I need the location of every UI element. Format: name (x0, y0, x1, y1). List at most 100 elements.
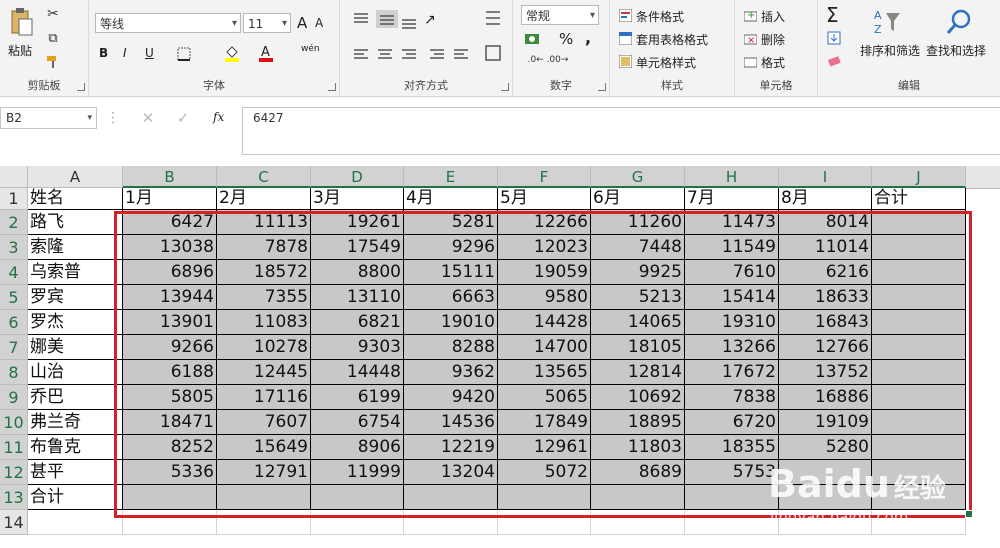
cell-person-name[interactable]: 罗杰 (28, 310, 123, 335)
formula-input[interactable]: 6427 (242, 107, 1000, 155)
comma-button[interactable]: , (585, 28, 591, 47)
cell-person-name[interactable]: 罗宾 (28, 285, 123, 310)
copy-icon[interactable]: ⧉ (45, 30, 61, 46)
column-header-J[interactable]: J (872, 166, 966, 188)
shrink-font-button[interactable]: A (315, 16, 323, 30)
cell-person-name[interactable]: 乌索普 (28, 260, 123, 285)
cut-icon[interactable]: ✂ (45, 6, 61, 22)
cell-person-name[interactable]: 索隆 (28, 235, 123, 260)
row-header-4[interactable]: 4 (0, 260, 28, 285)
cell-person-name[interactable]: 路飞 (28, 210, 123, 235)
row-header-10[interactable]: 10 (0, 410, 28, 435)
format-button[interactable]: 格式 (761, 54, 785, 71)
column-header-F[interactable]: F (498, 166, 591, 188)
currency-icon[interactable] (523, 31, 543, 47)
name-box[interactable]: B2 ▾ (0, 107, 97, 129)
number-format-select[interactable]: 常规 ▾ (521, 5, 599, 25)
row-header-3[interactable]: 3 (0, 235, 28, 260)
cell-header-month[interactable]: 4月 (404, 188, 498, 210)
conditional-format-button[interactable]: 条件格式 (636, 8, 684, 25)
font-name-value: 等线 (100, 17, 125, 31)
cell-person-name[interactable]: 乔巴 (28, 385, 123, 410)
underline-button[interactable]: U (145, 46, 154, 60)
clipboard-label: 剪贴板 (27, 79, 61, 92)
clear-icon[interactable] (826, 54, 842, 70)
row-header-8[interactable]: 8 (0, 360, 28, 385)
clipboard-launcher-icon[interactable] (77, 83, 85, 91)
row-header-9[interactable]: 9 (0, 385, 28, 410)
styles-label: 样式 (661, 79, 683, 92)
font-name-select[interactable]: 等线 ▾ (95, 13, 241, 33)
cell-person-name[interactable]: 弗兰奇 (28, 410, 123, 435)
row-header-5[interactable]: 5 (0, 285, 28, 310)
font-size-select[interactable]: 11 ▾ (243, 13, 291, 33)
insert-function-button[interactable]: fx (213, 110, 224, 124)
percent-button[interactable]: % (559, 30, 573, 48)
row-header-11[interactable]: 11 (0, 435, 28, 460)
cell-header-month[interactable]: 5月 (498, 188, 591, 210)
cell-header-month[interactable]: 7月 (685, 188, 779, 210)
fill-handle[interactable] (965, 510, 973, 518)
column-header-H[interactable]: H (685, 166, 779, 188)
row-header-1[interactable]: 1 (0, 188, 28, 210)
decimal-icons[interactable]: .0← .00→ (523, 52, 573, 68)
cell-header-month[interactable]: 合计 (872, 188, 966, 210)
font-color-icon[interactable]: A (257, 43, 275, 63)
find-select-icon[interactable] (944, 6, 974, 38)
number-label: 数字 (550, 79, 572, 92)
cell-person-name[interactable]: 布鲁克 (28, 435, 123, 460)
cell-header-month[interactable]: 3月 (311, 188, 404, 210)
row-header-12[interactable]: 12 (0, 460, 28, 485)
cell-total-label[interactable]: 合计 (28, 485, 123, 510)
row-header-2[interactable]: 2 (0, 210, 28, 235)
column-header-B[interactable]: B (123, 166, 217, 188)
row-header-14[interactable]: 14 (0, 510, 28, 535)
column-header-D[interactable]: D (311, 166, 404, 188)
cancel-icon[interactable]: ✕ (140, 109, 156, 127)
cell-header-month[interactable]: 8月 (779, 188, 872, 210)
bold-button[interactable]: B (99, 46, 108, 60)
column-header-E[interactable]: E (404, 166, 498, 188)
row-header-7[interactable]: 7 (0, 335, 28, 360)
paste-button[interactable]: 粘贴 (8, 42, 32, 59)
table-format-button[interactable]: 套用表格格式 (636, 31, 708, 48)
sort-filter-icon[interactable]: AZ (872, 6, 902, 38)
grow-font-button[interactable]: A (297, 14, 307, 32)
fill-color-icon[interactable] (223, 43, 241, 63)
orientation-icon[interactable]: ↗ (424, 12, 436, 28)
cells-group: + 插入 × 删除 格式 单元格 (735, 0, 818, 96)
cell-person-name[interactable]: 甚平 (28, 460, 123, 485)
cell-header-month[interactable]: 2月 (217, 188, 311, 210)
delete-button[interactable]: 删除 (761, 31, 785, 48)
column-header-C[interactable]: C (217, 166, 311, 188)
row-header-6[interactable]: 6 (0, 310, 28, 335)
border-icon[interactable] (175, 45, 193, 63)
insert-button[interactable]: 插入 (761, 8, 785, 25)
autosum-button[interactable]: Σ (826, 3, 839, 27)
find-select-button[interactable]: 查找和选择 (926, 42, 986, 59)
conditional-format-icon (618, 8, 632, 22)
sort-filter-button[interactable]: 排序和筛选 (860, 42, 920, 59)
alignment-launcher-icon[interactable] (501, 83, 509, 91)
column-header-G[interactable]: G (591, 166, 685, 188)
table-format-icon (618, 31, 632, 45)
column-header-I[interactable]: I (779, 166, 872, 188)
row-header-13[interactable]: 13 (0, 485, 28, 510)
column-header-A[interactable]: A (28, 166, 123, 188)
fill-down-icon[interactable] (826, 30, 842, 46)
format-painter-icon[interactable] (45, 54, 61, 70)
cell-empty[interactable] (28, 510, 123, 535)
cell-style-button[interactable]: 单元格样式 (636, 54, 696, 71)
cell-person-name[interactable]: 山治 (28, 360, 123, 385)
cell-header-month[interactable]: 1月 (123, 188, 217, 210)
paste-icon[interactable] (8, 6, 36, 38)
number-launcher-icon[interactable] (598, 83, 606, 91)
enter-icon[interactable]: ✓ (175, 109, 191, 127)
cell-person-name[interactable]: 娜美 (28, 335, 123, 360)
cell-header-month[interactable]: 6月 (591, 188, 685, 210)
phonetic-button[interactable]: wén (301, 44, 320, 54)
italic-button[interactable]: I (123, 46, 127, 60)
cell-header-name[interactable]: 姓名 (28, 188, 123, 210)
select-all-corner[interactable] (0, 166, 28, 188)
font-launcher-icon[interactable] (328, 83, 336, 91)
